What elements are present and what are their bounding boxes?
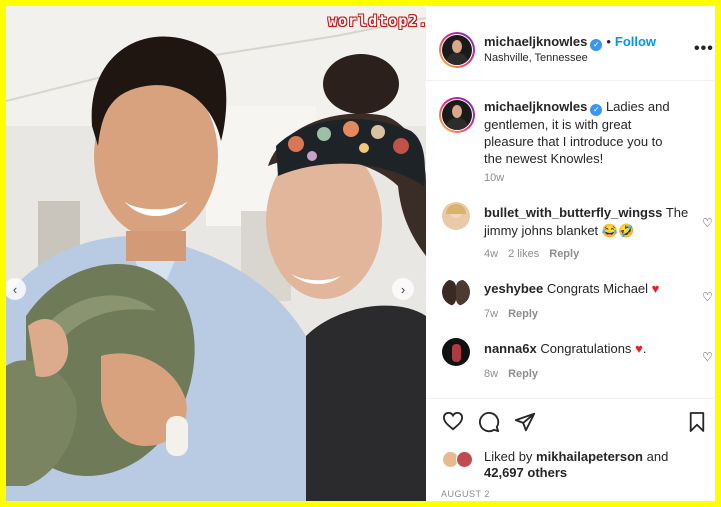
verified-badge-icon: ✓ — [590, 39, 603, 51]
author-line: michaeljknowles ✓ • Follow — [484, 34, 656, 51]
commenter-username[interactable]: yeshybee — [484, 281, 543, 296]
post-actions: Liked by mikhailapeterson and 42,697 oth… — [426, 398, 715, 501]
commenter-username[interactable]: nanna6x — [484, 341, 537, 356]
comment-text: bullet_with_butterfly_wingss The jimmy j… — [484, 204, 694, 240]
liker-avatars — [442, 451, 478, 469]
comment-meta: 8w Reply — [484, 368, 548, 380]
separator-dot: • — [606, 34, 611, 49]
liker-avatar[interactable] — [456, 451, 473, 468]
likes-summary: Liked by mikhailapeterson and 42,697 oth… — [484, 449, 668, 481]
save-icon[interactable] — [688, 411, 706, 433]
comment-time[interactable]: 7w — [484, 308, 498, 320]
heart-icon[interactable] — [442, 411, 464, 431]
comment-suffix: . — [642, 341, 647, 356]
comment-likes[interactable]: 2 likes — [508, 248, 539, 260]
comment-icon[interactable] — [478, 411, 500, 433]
comment-body: Congratulations — [540, 341, 632, 356]
comment-item: yeshybee Congrats Michael ♥ 7w Reply ♡ — [426, 278, 715, 338]
comment-time[interactable]: 8w — [484, 368, 498, 380]
comment-like-icon[interactable]: ♡ — [702, 290, 713, 304]
reply-button[interactable]: Reply — [508, 308, 538, 320]
comment-text: nanna6x Congratulations ♥. — [484, 340, 694, 358]
red-heart-icon: ♥ — [651, 281, 660, 296]
follow-button[interactable]: Follow — [615, 34, 656, 49]
caption-username[interactable]: michaeljknowles — [484, 99, 587, 114]
watermark: worldtop2.com — [328, 12, 426, 30]
commenter-username[interactable]: bullet_with_butterfly_wingss — [484, 205, 662, 220]
comment-like-icon[interactable]: ♡ — [702, 216, 713, 230]
likes-user[interactable]: mikhailapeterson — [536, 449, 643, 464]
comment-item: bullet_with_butterfly_wingss The jimmy j… — [426, 202, 715, 262]
share-icon[interactable] — [514, 411, 536, 433]
reply-button[interactable]: Reply — [508, 368, 538, 380]
photo-illustration — [6, 6, 426, 501]
caption-avatar[interactable] — [439, 97, 475, 133]
more-options-icon[interactable]: ••• — [694, 40, 714, 58]
red-heart-icon: ♥ — [635, 341, 643, 356]
post-photo[interactable]: worldtop2.com ‹ › — [6, 6, 426, 501]
likes-and: and — [646, 449, 669, 464]
author-username[interactable]: michaeljknowles — [484, 34, 587, 49]
comment-body: Congrats Michael — [546, 281, 649, 296]
reply-button[interactable]: Reply — [549, 248, 579, 260]
caption-timestamp[interactable]: 10w — [484, 172, 504, 184]
post-frame: worldtop2.com ‹ › michaeljknowles✓•Follo… — [6, 6, 715, 501]
comment-like-icon[interactable]: ♡ — [702, 350, 713, 364]
commenter-avatar[interactable] — [442, 278, 470, 306]
comment-item: nanna6x Congratulations ♥. 8w Reply ♡ — [426, 338, 715, 398]
caption-body: michaeljknowles ✓ Ladies and gentlemen, i… — [484, 98, 684, 167]
comment-meta: 4w 2 likes Reply — [484, 248, 589, 260]
commenter-avatar[interactable] — [442, 202, 470, 230]
post-location[interactable]: Nashville, Tennessee — [484, 52, 588, 64]
likes-prefix: Liked by — [484, 449, 533, 464]
comment-text: yeshybee Congrats Michael ♥ — [484, 280, 694, 298]
likes-count[interactable]: 42,697 others — [484, 465, 567, 480]
comment-meta: 7w Reply — [484, 308, 548, 320]
post-date[interactable]: AUGUST 2 — [441, 489, 490, 499]
commenter-avatar[interactable] — [442, 338, 470, 366]
post-header: michaeljknowles ✓ • Follow Nashville, Tenne… — [426, 6, 715, 81]
carousel-next-button[interactable]: › — [392, 278, 414, 300]
verified-badge-icon: ✓ — [590, 104, 603, 116]
post-side-panel: michaeljknowles ✓ • Follow Nashville, Tenne… — [426, 6, 715, 501]
author-avatar[interactable] — [439, 32, 475, 68]
comment-time[interactable]: 4w — [484, 248, 498, 260]
